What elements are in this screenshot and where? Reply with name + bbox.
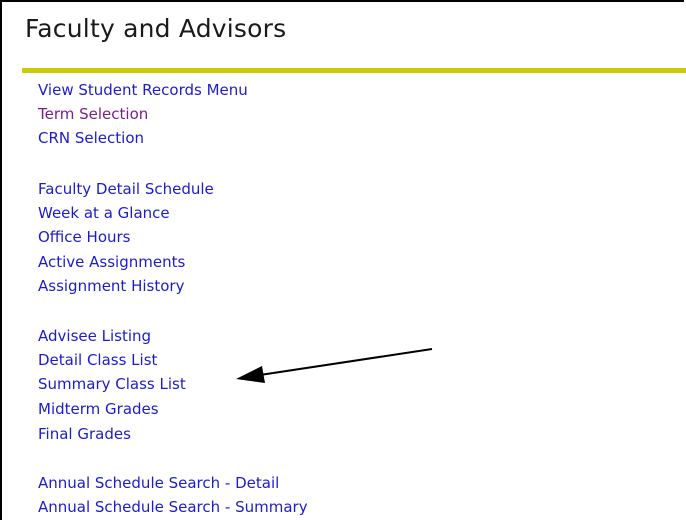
link-annual-schedule-search-detail[interactable]: Annual Schedule Search - Detail [38,474,279,492]
page-title: Faculty and Advisors [25,14,287,43]
link-summary-class-list[interactable]: Summary Class List [38,375,186,393]
link-faculty-detail-schedule[interactable]: Faculty Detail Schedule [38,180,214,198]
link-week-at-a-glance[interactable]: Week at a Glance [38,204,170,222]
link-final-grades[interactable]: Final Grades [38,425,131,443]
link-active-assignments[interactable]: Active Assignments [38,253,185,271]
link-annual-schedule-search-summary[interactable]: Annual Schedule Search - Summary [38,498,308,516]
link-crn-selection[interactable]: CRN Selection [38,129,144,147]
link-detail-class-list[interactable]: Detail Class List [38,351,157,369]
link-advisee-listing[interactable]: Advisee Listing [38,327,151,345]
link-office-hours[interactable]: Office Hours [38,228,131,246]
title-divider [22,68,686,73]
link-midterm-grades[interactable]: Midterm Grades [38,400,159,418]
link-term-selection[interactable]: Term Selection [38,105,148,123]
link-view-student-records-menu[interactable]: View Student Records Menu [38,81,248,99]
link-assignment-history[interactable]: Assignment History [38,277,184,295]
